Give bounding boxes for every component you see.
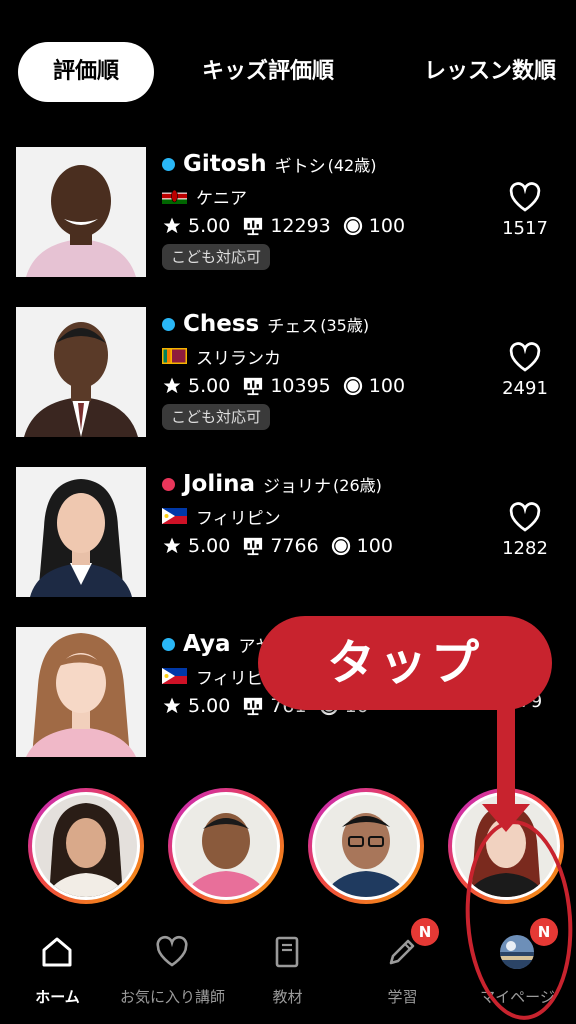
story-avatar[interactable] bbox=[168, 788, 284, 904]
teacher-photo bbox=[16, 467, 146, 597]
favorite-count: 1517 bbox=[502, 218, 548, 239]
teacher-country: フィリピン bbox=[196, 508, 281, 529]
coin-icon bbox=[343, 376, 362, 396]
lesson-board-icon bbox=[244, 377, 263, 396]
offline-status-dot bbox=[162, 477, 175, 491]
teacher-coins: 100 bbox=[356, 535, 393, 557]
heart-icon bbox=[509, 502, 541, 532]
teacher-lesson-count: 10395 bbox=[270, 375, 331, 397]
lesson-board-icon bbox=[244, 217, 263, 236]
coin-icon bbox=[331, 536, 350, 556]
teacher-age: (26歳) bbox=[333, 476, 382, 495]
callout-arrow-shaft bbox=[497, 708, 515, 808]
philippines-flag-icon bbox=[162, 668, 187, 684]
favorite-button[interactable]: 2491 bbox=[494, 342, 556, 399]
nav-materials[interactable]: 教材 bbox=[230, 912, 345, 1024]
teacher-rating: 5.00 bbox=[188, 535, 231, 557]
heart-icon bbox=[156, 935, 188, 967]
tap-callout: タップ bbox=[258, 616, 552, 710]
favorite-count: 2491 bbox=[502, 378, 548, 399]
teacher-photo bbox=[16, 627, 146, 757]
sort-tabs: 評価順 キッズ評価順 レッスン数順 bbox=[0, 42, 576, 102]
teacher-name: Jolina bbox=[183, 471, 256, 497]
favorite-count: 1282 bbox=[502, 538, 548, 559]
coin-icon bbox=[343, 216, 362, 236]
heart-icon bbox=[509, 342, 541, 372]
story-avatar[interactable] bbox=[308, 788, 424, 904]
online-status-dot bbox=[162, 157, 175, 171]
teacher-photo bbox=[16, 307, 146, 437]
teacher-card[interactable]: Jolina ジョリナ (26歳) フィリピン 5.00 7766 100 12… bbox=[16, 467, 576, 597]
teacher-kana: ジョリナ bbox=[263, 476, 332, 497]
tab-rating[interactable]: 評価順 bbox=[18, 42, 154, 102]
teacher-rating: 5.00 bbox=[188, 215, 231, 237]
star-icon bbox=[163, 377, 181, 394]
teacher-country: フィリピ bbox=[196, 668, 264, 689]
star-icon bbox=[163, 217, 181, 234]
star-icon bbox=[163, 697, 181, 714]
teacher-lesson-count: 7766 bbox=[270, 535, 319, 557]
story-avatar[interactable] bbox=[28, 788, 144, 904]
new-badge: N bbox=[411, 918, 439, 946]
teacher-age: (35歳) bbox=[320, 316, 370, 335]
heart-icon bbox=[509, 182, 541, 212]
lesson-board-icon bbox=[244, 537, 263, 556]
teacher-kana: ギトシ bbox=[274, 156, 326, 177]
teacher-card[interactable]: Chess チェス (35歳) スリランカ 5.00 10395 100 こども… bbox=[16, 307, 576, 437]
online-status-dot bbox=[162, 317, 175, 331]
book-icon bbox=[275, 936, 299, 968]
teacher-country: スリランカ bbox=[196, 348, 281, 369]
kenya-flag-icon bbox=[162, 188, 187, 204]
kids-ok-badge: こども対応可 bbox=[162, 404, 271, 430]
teacher-lesson-count: 12293 bbox=[270, 215, 331, 237]
teacher-kana: チェス bbox=[267, 316, 319, 337]
teacher-coins: 100 bbox=[368, 375, 406, 397]
tab-kids-rating[interactable]: キッズ評価順 bbox=[202, 42, 334, 102]
nav-study[interactable]: N 学習 bbox=[345, 912, 460, 1024]
kids-ok-badge: こども対応可 bbox=[162, 244, 271, 270]
teacher-card[interactable]: Gitosh ギトシ (42歳) ケニア 5.00 12293 100 こども対… bbox=[16, 147, 576, 277]
teacher-name: Gitosh bbox=[183, 151, 267, 177]
sri-lanka-flag-icon bbox=[162, 348, 187, 364]
teacher-rating: 5.00 bbox=[188, 695, 231, 717]
teacher-coins: 100 bbox=[368, 215, 406, 237]
teacher-name: Aya bbox=[183, 631, 231, 657]
star-icon bbox=[163, 537, 181, 554]
online-status-dot bbox=[162, 637, 175, 651]
teacher-rating: 5.00 bbox=[188, 375, 231, 397]
nav-home[interactable]: ホーム bbox=[0, 912, 115, 1024]
tab-lesson-count[interactable]: レッスン数順 bbox=[424, 42, 556, 102]
teacher-photo bbox=[16, 147, 146, 277]
teacher-country: ケニア bbox=[196, 188, 247, 209]
favorite-button[interactable]: 1282 bbox=[494, 502, 556, 559]
home-icon bbox=[42, 937, 72, 967]
teacher-age: (42歳) bbox=[327, 156, 377, 175]
philippines-flag-icon bbox=[162, 508, 187, 524]
tap-callout-text: タップ bbox=[326, 635, 483, 691]
teacher-name: Chess bbox=[183, 311, 260, 337]
nav-favorite-teachers[interactable]: お気に入り講師 bbox=[115, 912, 230, 1024]
favorite-button[interactable]: 1517 bbox=[494, 182, 556, 239]
